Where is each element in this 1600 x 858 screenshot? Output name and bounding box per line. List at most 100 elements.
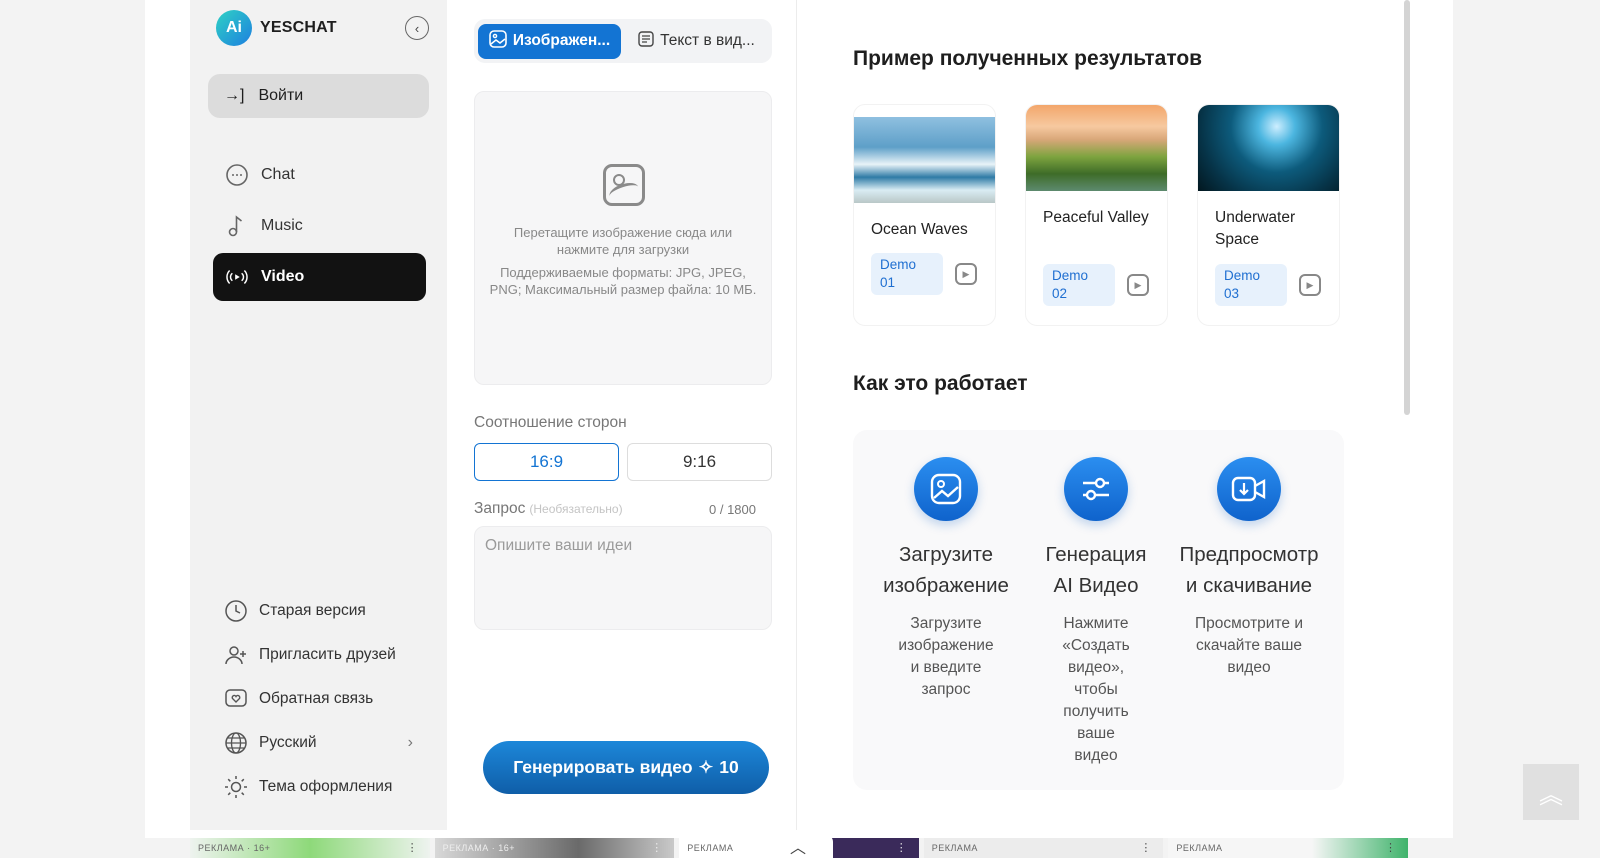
upload-instructions: Перетащите изображение сюда или нажмите …: [513, 225, 733, 257]
demo-card-underwater-space[interactable]: Underwater Space Demo 03 ▶: [1197, 104, 1340, 326]
chevron-up-icon: ︿: [789, 840, 806, 857]
yeschat-logo-icon: Ai: [216, 10, 252, 46]
ad-label: РЕКЛАМА · 16+: [442, 843, 516, 853]
login-label: Войти: [258, 87, 304, 104]
feedback-link[interactable]: Обратная связь: [223, 677, 413, 721]
sparkle-icon: ✧: [698, 757, 714, 777]
heart-message-icon: [223, 686, 249, 712]
tab-label: Текст в вид...: [660, 32, 755, 49]
demo-title: Peaceful Valley: [1043, 209, 1149, 226]
collapse-sidebar-button[interactable]: ‹: [405, 16, 429, 40]
step-preview: Предпросмотр и скачивание Просмотрите и …: [1171, 457, 1327, 679]
aspect-16-9-button[interactable]: 16:9: [474, 443, 619, 481]
play-icon[interactable]: ▶: [1299, 274, 1321, 296]
demo-tag: Demo 01: [871, 253, 943, 295]
generate-video-button[interactable]: Генерировать видео ✧ 10: [483, 741, 769, 794]
chat-bubble-icon: [225, 163, 249, 187]
ad-label: РЕКЛАМА: [931, 843, 978, 853]
brand-name: YESCHAT: [260, 19, 337, 36]
nav-item-label: Chat: [261, 166, 295, 183]
invite-friends-label: Пригласить друзей: [259, 646, 396, 663]
theme-link[interactable]: Тема оформления: [223, 765, 413, 809]
sliders-icon: [1064, 457, 1128, 521]
ad-label: РЕКЛАМА: [687, 843, 734, 853]
peaceful-valley-thumbnail: [1026, 105, 1167, 191]
feedback-label: Обратная связь: [259, 690, 374, 707]
video-download-icon: [1217, 457, 1281, 521]
tab-image-to-video[interactable]: Изображен...: [478, 23, 621, 59]
sidebar: Ai YESCHAT ‹ →] Войти Chat Music Video С…: [190, 0, 447, 830]
more-options-icon[interactable]: ⋮: [1140, 841, 1151, 854]
text-doc-icon: [638, 30, 654, 52]
more-options-icon[interactable]: ⋮: [407, 841, 418, 854]
login-arrow-icon: →]: [224, 87, 245, 104]
step-title: Загрузите изображение: [883, 543, 1009, 597]
demo-tag: Demo 02: [1043, 264, 1115, 306]
user-plus-icon: [223, 642, 249, 668]
login-button[interactable]: →] Войти: [208, 74, 429, 118]
play-icon[interactable]: ▶: [955, 263, 977, 285]
more-options-icon[interactable]: ⋮: [1385, 841, 1396, 854]
ad-label: РЕКЛАМА: [1176, 843, 1223, 853]
how-it-works-steps: Загрузите изображение Загрузите изображе…: [853, 430, 1344, 790]
generate-cost: 10: [719, 757, 739, 777]
step-description: Нажмите «Создать видео», чтобы получить …: [1062, 615, 1130, 764]
prompt-label-text: Запрос: [474, 500, 526, 517]
generate-label: Генерировать видео: [513, 757, 693, 777]
prompt-input[interactable]: [474, 526, 772, 630]
theme-label: Тема оформления: [259, 778, 393, 795]
ocean-waves-thumbnail: [854, 117, 995, 203]
ad-banner[interactable]: РЕКЛАМА ⋮: [923, 838, 1164, 858]
tab-text-to-video[interactable]: Текст в вид...: [625, 24, 768, 59]
demo-title: Underwater Space: [1215, 209, 1296, 248]
chevron-left-icon: ‹: [414, 20, 420, 36]
double-chevron-up-icon: ︽: [1539, 781, 1563, 809]
demo-card-peaceful-valley[interactable]: Peaceful Valley Demo 02 ▶: [1025, 104, 1168, 326]
step-upload: Загрузите изображение Загрузите изображе…: [871, 457, 1021, 701]
prompt-optional-hint: (Необязательно): [529, 502, 623, 516]
mode-tabs: Изображен... Текст в вид...: [474, 19, 772, 63]
chevron-right-icon: ›: [407, 734, 413, 751]
invite-friends-link[interactable]: Пригласить друзей: [223, 633, 413, 677]
aspect-ratio-label: Соотношение сторон: [474, 414, 627, 431]
upload-image-icon: [914, 457, 978, 521]
how-it-works-title: Как это работает: [853, 372, 1028, 395]
play-icon[interactable]: ▶: [1127, 274, 1149, 296]
step-title: Предпросмотр и скачивание: [1179, 543, 1319, 597]
page-scrollbar[interactable]: [1404, 0, 1410, 415]
more-options-icon[interactable]: ⋮: [651, 841, 662, 854]
aspect-9-16-button[interactable]: 9:16: [627, 443, 772, 481]
upload-image-icon: [603, 164, 645, 206]
app-window: Ai YESCHAT ‹ →] Войти Chat Music Video С…: [145, 0, 1453, 838]
main-nav: Chat Music Video: [213, 151, 426, 304]
image-upload-dropzone[interactable]: Перетащите изображение сюда или нажмите …: [474, 91, 772, 385]
step-generate: Генерация AI Видео Нажмите «Создать виде…: [1021, 457, 1171, 767]
old-version-label: Старая версия: [259, 602, 366, 619]
ad-strip-toggle[interactable]: ︿: [763, 834, 833, 858]
globe-icon: [223, 730, 249, 756]
prompt-label: Запрос (Необязательно): [474, 500, 623, 518]
nav-item-label: Music: [261, 217, 303, 234]
sun-icon: [223, 774, 249, 800]
demo-tag: Demo 03: [1215, 264, 1287, 306]
clock-icon: [223, 598, 249, 624]
step-title: Генерация AI Видео: [1045, 543, 1147, 597]
nav-item-chat[interactable]: Chat: [213, 151, 426, 199]
nav-item-video[interactable]: Video: [213, 253, 426, 301]
old-version-link[interactable]: Старая версия: [223, 589, 413, 633]
language-selector[interactable]: Русский ›: [223, 721, 413, 765]
step-description: Загрузите изображение и введите запрос: [898, 615, 994, 698]
ad-banner[interactable]: РЕКЛАМА ⋮: [1168, 838, 1408, 858]
ad-banner[interactable]: РЕКЛАМА · 16+ ⋮: [190, 838, 430, 858]
ad-label: РЕКЛАМА · 16+: [198, 843, 271, 853]
info-panel: Пример полученных результатов Ocean Wave…: [797, 0, 1401, 830]
back-to-top-button[interactable]: ︽: [1523, 764, 1579, 820]
ad-banner[interactable]: РЕКЛАМА · 16+ ⋮: [434, 838, 675, 858]
nav-item-music[interactable]: Music: [213, 202, 426, 250]
brand[interactable]: Ai YESCHAT: [216, 10, 337, 46]
more-options-icon[interactable]: ⋮: [896, 841, 907, 854]
demo-card-ocean-waves[interactable]: Ocean Waves Demo 01 ▶: [853, 104, 996, 326]
results-title: Пример полученных результатов: [853, 47, 1203, 70]
music-note-icon: [225, 214, 249, 238]
tab-label: Изображен...: [512, 32, 611, 49]
